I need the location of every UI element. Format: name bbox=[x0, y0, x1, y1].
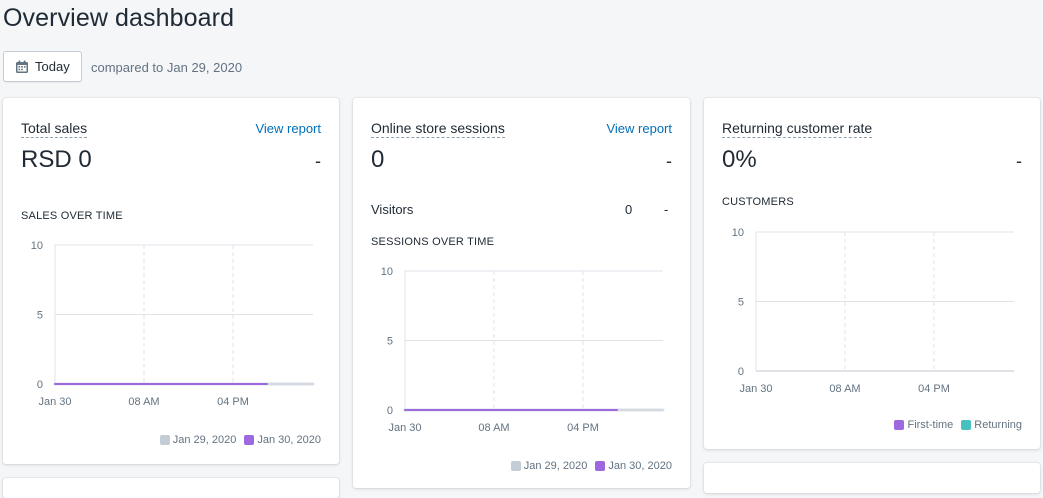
legend-label-current: Jan 30, 2020 bbox=[257, 434, 321, 446]
y-tick-label: 10 bbox=[381, 266, 393, 278]
legend-item-current: Jan 30, 2020 bbox=[244, 434, 321, 446]
y-tick-label: 0 bbox=[738, 366, 744, 378]
x-tick-label: 04 PM bbox=[918, 383, 950, 395]
legend-label-previous: Jan 29, 2020 bbox=[172, 434, 237, 446]
legend-swatch-returning bbox=[961, 420, 972, 430]
x-tick-label: 08 AM bbox=[829, 383, 860, 395]
x-tick-label: 04 PM bbox=[217, 396, 249, 408]
legend-label-first-time: First-time bbox=[907, 419, 954, 431]
legend-item-previous: Jan 29, 2020 bbox=[159, 434, 237, 446]
date-range-label: Today bbox=[35, 59, 70, 74]
legend-label-previous: Jan 29, 2020 bbox=[523, 460, 588, 472]
legend-item-returning: Returning bbox=[961, 419, 1022, 431]
x-tick-label: 08 AM bbox=[478, 422, 509, 434]
legend-item-first-time: First-time bbox=[894, 419, 953, 431]
legend-label-current: Jan 30, 2020 bbox=[608, 460, 672, 472]
customers-legend: First-time Returning bbox=[894, 419, 1022, 431]
x-tick-label: Jan 30 bbox=[388, 422, 421, 434]
y-tick-label: 10 bbox=[732, 227, 744, 239]
calendar-icon bbox=[15, 60, 29, 74]
x-tick-label: 08 AM bbox=[128, 396, 159, 408]
legend-item-previous: Jan 29, 2020 bbox=[510, 460, 588, 472]
comparison-text: compared to Jan 29, 2020 bbox=[91, 60, 243, 75]
online-store-sessions-card: Online store sessions View report 0 - Vi… bbox=[353, 98, 690, 488]
customers-chart: 0 5 10 Jan 30 08 AM 04 PM bbox=[732, 227, 1014, 395]
sessions-legend: Jan 29, 2020 Jan 30, 2020 bbox=[510, 460, 672, 472]
y-tick-label: 0 bbox=[387, 405, 393, 417]
date-range-button[interactable]: Today bbox=[3, 51, 82, 82]
y-tick-label: 5 bbox=[37, 310, 43, 322]
legend-swatch-previous bbox=[159, 435, 170, 445]
sales-legend: Jan 29, 2020 Jan 30, 2020 bbox=[159, 434, 321, 446]
y-tick-label: 5 bbox=[738, 297, 744, 309]
x-tick-label: 04 PM bbox=[567, 422, 599, 434]
sales-over-time-chart: 0 5 10 Jan 30 08 AM 04 PM bbox=[31, 240, 315, 408]
legend-swatch-current bbox=[244, 435, 255, 445]
page-title: Overview dashboard bbox=[3, 4, 235, 32]
legend-swatch-first-time bbox=[894, 420, 905, 430]
next-card-left bbox=[3, 478, 339, 498]
legend-swatch-current bbox=[595, 461, 606, 471]
y-tick-label: 0 bbox=[37, 379, 43, 391]
legend-swatch-previous bbox=[510, 461, 521, 471]
x-tick-label: Jan 30 bbox=[38, 396, 71, 408]
sessions-over-time-chart: 0 5 10 Jan 30 08 AM 04 PM bbox=[381, 266, 665, 434]
x-tick-label: Jan 30 bbox=[739, 383, 772, 395]
total-sales-card: Total sales View report RSD 0 - SALES OV… bbox=[3, 98, 339, 464]
y-tick-label: 10 bbox=[31, 240, 43, 252]
next-card-right bbox=[704, 463, 1040, 493]
y-tick-label: 5 bbox=[387, 336, 393, 348]
returning-customer-rate-card: Returning customer rate 0% - CUSTOMERS 0… bbox=[704, 98, 1040, 449]
legend-label-returning: Returning bbox=[974, 419, 1022, 431]
legend-item-current: Jan 30, 2020 bbox=[595, 460, 672, 472]
